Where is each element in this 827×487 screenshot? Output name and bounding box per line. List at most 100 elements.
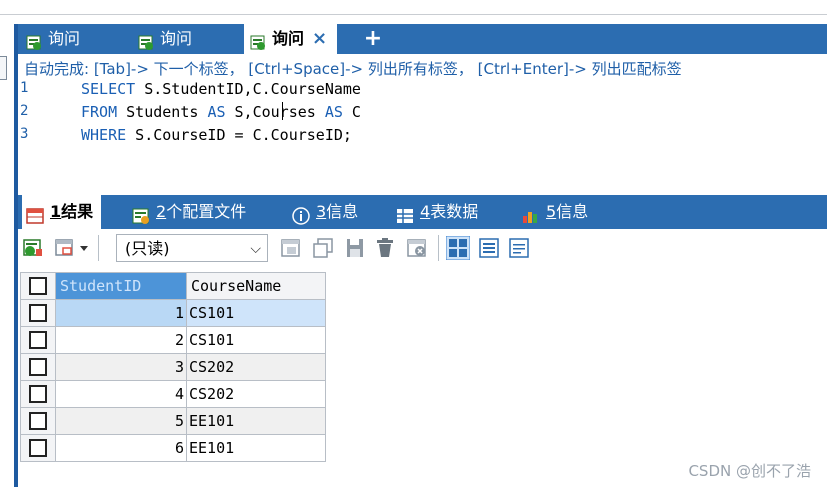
query-tab-2[interactable]: 询问 (138, 24, 192, 54)
table-row[interactable]: 3 CS202 (20, 353, 326, 381)
tab-number: 5 (546, 202, 557, 221)
side-panel-edge[interactable] (0, 56, 7, 80)
tab-table-data[interactable]: 4 表数据 (396, 195, 478, 229)
sql-text: S,Courses (225, 103, 325, 121)
query-icon (26, 31, 42, 50)
query-tab-3-active[interactable]: 询问 × (244, 24, 338, 54)
sql-editor[interactable]: 自动完成: [Tab]-> 下一个标签， [Ctrl+Space]-> 列出所有… (18, 54, 827, 192)
checkbox-icon (29, 439, 47, 458)
sql-keyword: FROM (81, 103, 118, 121)
grid-view-icon[interactable] (445, 235, 471, 261)
discard-icon[interactable] (406, 237, 428, 259)
row-checkbox[interactable] (20, 407, 56, 435)
checkbox-icon (29, 358, 47, 377)
tab-number: 2 (156, 202, 167, 221)
cell-coursename[interactable]: EE101 (186, 434, 326, 462)
text-view-icon[interactable] (508, 237, 530, 259)
cell-studentid[interactable]: 6 (55, 434, 187, 462)
row-checkbox[interactable] (20, 380, 56, 408)
sql-text: S.StudentID,C.CourseName (135, 80, 361, 98)
checkbox-icon (29, 304, 47, 323)
line-number: 2 (20, 103, 29, 119)
query-tab-label: 询问 (48, 29, 81, 48)
cell-coursename[interactable]: CS101 (186, 299, 326, 327)
code-line-3[interactable]: WHERE S.CourseID = C.CourseID; (81, 126, 352, 144)
insert-row-icon[interactable] (280, 237, 302, 259)
table-row[interactable]: 5 EE101 (20, 407, 326, 435)
save-icon[interactable] (344, 237, 366, 259)
tab-label: 信息 (556, 202, 589, 221)
autocomplete-hint: 自动完成: [Tab]-> 下一个标签， [Ctrl+Space]-> 列出所有… (24, 60, 682, 78)
tab-info-2[interactable]: 5 信息 (522, 195, 588, 229)
cell-coursename[interactable]: CS202 (186, 380, 326, 408)
table-row[interactable]: 6 EE101 (20, 434, 326, 462)
sql-keyword: AS (324, 103, 343, 121)
cell-studentid[interactable]: 4 (55, 380, 187, 408)
query-tab-1[interactable]: 询问 (26, 24, 80, 54)
line-number: 1 (20, 80, 29, 96)
sql-keyword: AS (207, 103, 226, 121)
code-line-1[interactable]: SELECT S.StudentID,C.CourseName (81, 80, 361, 98)
table-row[interactable]: 4 CS202 (20, 380, 326, 408)
export-icon[interactable] (22, 237, 44, 259)
checkbox-icon (29, 277, 47, 296)
sql-text: S.CourseID = C.CourseID; (126, 126, 352, 144)
row-checkbox[interactable] (20, 326, 56, 354)
toolbar-separator (438, 235, 439, 261)
query-tab-label: 询问 (160, 29, 193, 48)
row-checkbox[interactable] (20, 299, 56, 327)
mode-select-value: (只读) (125, 239, 170, 258)
column-header-studentid[interactable]: StudentID (55, 272, 187, 300)
close-icon[interactable]: × (312, 24, 327, 54)
code-line-2[interactable]: FROM Students AS S,Courses AS C (81, 103, 361, 121)
delete-icon[interactable] (374, 237, 396, 259)
cell-studentid[interactable]: 2 (55, 326, 187, 354)
sql-text: C (342, 103, 361, 121)
tab-number: 4 (420, 202, 431, 221)
cell-coursename[interactable]: EE101 (186, 407, 326, 435)
grid-header-row: StudentID CourseName (20, 272, 326, 300)
form-view-icon[interactable] (478, 237, 500, 259)
sql-keyword: SELECT (81, 80, 136, 98)
result-tab-bar: 1 结果 2 个配置文件 3 信息 4 表数据 5 信息 (18, 195, 827, 229)
query-tab-label: 询问 (272, 29, 305, 48)
import-dropdown-button[interactable] (54, 237, 92, 259)
checkbox-icon (29, 412, 47, 431)
cell-studentid[interactable]: 5 (55, 407, 187, 435)
toolbar-separator (98, 235, 99, 261)
sql-keyword: WHERE (81, 126, 127, 144)
table-data-icon (396, 203, 414, 223)
duplicate-row-icon[interactable] (312, 237, 334, 259)
tab-label: 信息 (326, 202, 359, 221)
query-icon (138, 31, 154, 50)
cell-coursename[interactable]: CS202 (186, 353, 326, 381)
table-row[interactable]: 2 CS101 (20, 326, 326, 354)
column-header-coursename[interactable]: CourseName (186, 272, 326, 300)
chart-icon (522, 203, 540, 223)
sql-text: Students (117, 103, 208, 121)
tab-info[interactable]: 3 信息 (292, 195, 358, 229)
table-row[interactable]: 1 CS101 (20, 299, 326, 327)
query-tab-bar: 询问 询问 询问 × + (18, 24, 827, 54)
tab-profiles[interactable]: 2 个配置文件 (132, 195, 246, 229)
tab-results[interactable]: 1 结果 (22, 195, 102, 229)
cell-studentid[interactable]: 1 (55, 299, 187, 327)
row-checkbox[interactable] (20, 353, 56, 381)
select-all-checkbox[interactable] (20, 272, 56, 300)
info-icon (292, 203, 310, 225)
profile-icon (132, 203, 150, 224)
tab-label: 个配置文件 (166, 202, 247, 221)
table-grid-icon (26, 203, 44, 224)
cell-studentid[interactable]: 3 (55, 353, 187, 381)
checkbox-icon (29, 331, 47, 350)
tab-number: 3 (316, 202, 327, 221)
checkbox-icon (29, 385, 47, 404)
top-divider (0, 14, 827, 15)
row-checkbox[interactable] (20, 434, 56, 462)
add-tab-button[interactable]: + (362, 24, 384, 54)
tab-label: 结果 (61, 202, 94, 221)
cell-coursename[interactable]: CS101 (186, 326, 326, 354)
query-icon (250, 31, 266, 50)
line-number: 3 (20, 126, 29, 142)
mode-select[interactable]: (只读) ⌵ (116, 234, 268, 262)
